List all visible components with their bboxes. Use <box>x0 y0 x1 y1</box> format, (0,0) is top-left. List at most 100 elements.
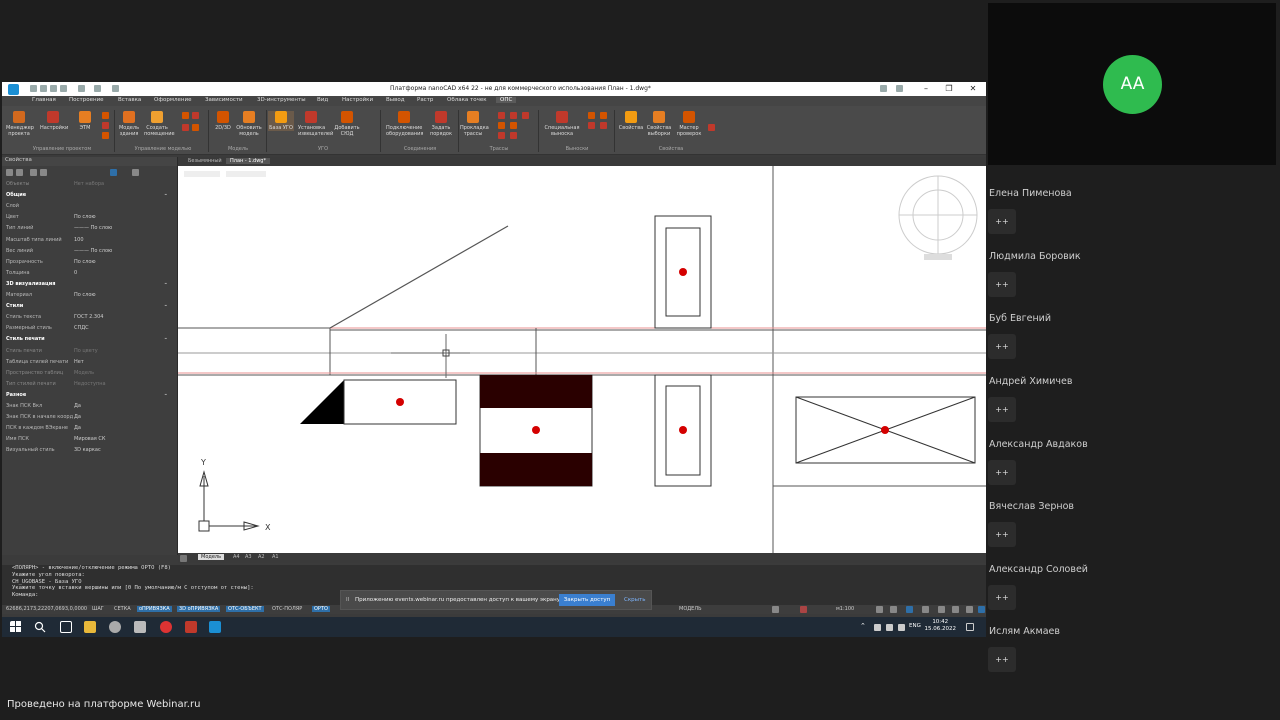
participant-action-button[interactable]: ++ <box>988 397 1016 422</box>
save-icon[interactable] <box>50 85 57 92</box>
connect-equipment-button[interactable]: Подключение оборудования <box>386 111 423 137</box>
layout-tab-a1[interactable]: A1 <box>272 554 279 560</box>
device-point[interactable] <box>881 426 889 434</box>
windows-start-icon[interactable] <box>10 621 22 633</box>
property-row[interactable]: Прозрачность По слою <box>6 259 171 265</box>
nanocad-taskbar-icon[interactable] <box>209 621 221 633</box>
property-row[interactable]: Цвет По слою <box>6 214 171 220</box>
close-button[interactable]: ✕ <box>963 83 983 94</box>
ribbon-tab-insert[interactable]: Вставка <box>118 97 141 103</box>
ribbon-tab-raster[interactable]: Растр <box>417 97 433 103</box>
property-value[interactable]: ——— По слою <box>74 225 112 231</box>
property-row[interactable]: Вес линий ——— По слою <box>6 248 171 254</box>
property-value[interactable]: Недоступна <box>74 381 106 387</box>
building-model-button[interactable]: Модель здания <box>116 111 142 137</box>
select-icon[interactable] <box>6 169 13 176</box>
toggle-icon[interactable] <box>110 169 117 176</box>
property-row[interactable]: Пространство таблиц Модель <box>6 370 171 376</box>
tool-icon[interactable] <box>510 132 517 139</box>
property-value[interactable]: Да <box>74 403 81 409</box>
tool-icon[interactable] <box>182 124 189 131</box>
device-point[interactable] <box>679 426 687 434</box>
hide-button[interactable]: Скрыть <box>624 597 645 603</box>
participant-action-button[interactable]: ++ <box>988 209 1016 234</box>
chrome-icon[interactable] <box>160 621 172 633</box>
add-syud-button[interactable]: Добавить СЮД <box>334 111 360 137</box>
property-row[interactable]: Объекты Нет набора <box>6 181 171 187</box>
update-model-button[interactable]: Обновить модель <box>236 111 262 137</box>
property-value[interactable]: 0 <box>74 270 77 276</box>
property-row[interactable]: Имя ПСК Мировая СК <box>6 436 171 442</box>
undo-icon[interactable] <box>78 85 85 92</box>
participant-action-button[interactable]: ++ <box>988 585 1016 610</box>
notifications-icon[interactable] <box>966 623 974 631</box>
property-row[interactable]: Стиль текста ГОСТ 2.304 <box>6 314 171 320</box>
property-value[interactable]: Модель <box>74 370 94 376</box>
participant-action-button[interactable]: ++ <box>988 647 1016 672</box>
stop-sharing-button[interactable]: Закрыть доступ <box>559 594 615 606</box>
layout-tab-model[interactable]: Модель <box>198 554 225 560</box>
pick-icon[interactable] <box>16 169 23 176</box>
ribbon-tab-constraints[interactable]: Зависимости <box>205 97 243 103</box>
gear-icon[interactable] <box>132 169 139 176</box>
tool-icon[interactable] <box>498 112 505 119</box>
model-mode[interactable]: МОДЕЛЬ <box>677 606 704 612</box>
property-row[interactable]: Тип стилей печати Недоступна <box>6 381 171 387</box>
network-icon[interactable] <box>886 624 893 631</box>
ribbon-tab-build[interactable]: Построение <box>69 97 104 103</box>
tool-icon[interactable] <box>182 112 189 119</box>
microphone-icon[interactable] <box>874 624 881 631</box>
tool-icon[interactable] <box>922 606 929 613</box>
snap-toggle[interactable]: ШАГ <box>90 606 106 612</box>
device-point[interactable] <box>679 268 687 276</box>
create-room-button[interactable]: Создать помещение <box>144 111 175 137</box>
tool-icon[interactable] <box>800 606 807 613</box>
property-row[interactable]: Слой <box>6 203 171 209</box>
property-row[interactable]: Масштаб типа линий 100 <box>6 237 171 243</box>
property-value[interactable]: ГОСТ 2.304 <box>74 314 103 320</box>
nanocad-app-icon[interactable] <box>8 84 19 95</box>
property-section[interactable]: Разное <box>6 392 171 398</box>
open-file-icon[interactable] <box>40 85 47 92</box>
property-row[interactable]: Визуальный стиль 3D каркас <box>6 447 171 453</box>
property-section[interactable]: Стили <box>6 303 171 309</box>
layout-tab-a2[interactable]: A2 <box>258 554 265 560</box>
participant-action-button[interactable]: ++ <box>988 460 1016 485</box>
tool-icon[interactable] <box>588 112 595 119</box>
property-value[interactable]: По слою <box>74 259 96 265</box>
property-value[interactable]: По слою <box>74 292 96 298</box>
ortho-toggle[interactable]: ОРТО <box>312 606 330 612</box>
property-row[interactable]: Толщина 0 <box>6 270 171 276</box>
layout-nav-icon[interactable] <box>180 555 187 562</box>
property-row[interactable]: Таблица стилей печати Нет <box>6 359 171 365</box>
route-laying-button[interactable]: Прокладка трассы <box>460 111 489 137</box>
gear-icon[interactable] <box>952 606 959 613</box>
help-icon[interactable] <box>896 85 903 92</box>
participant-action-button[interactable]: ++ <box>988 522 1016 547</box>
drawing-canvas[interactable]: Y X <box>178 166 986 553</box>
volume-icon[interactable] <box>898 624 905 631</box>
search-icon[interactable] <box>34 621 46 633</box>
ribbon-tab-home[interactable]: Главная <box>32 97 56 103</box>
ribbon-tab-point-clouds[interactable]: Облака точек <box>447 97 487 103</box>
property-value[interactable]: Мировая СК <box>74 436 105 442</box>
set-order-button[interactable]: Задать порядок <box>428 111 454 137</box>
save-as-icon[interactable] <box>60 85 67 92</box>
property-row[interactable]: Размерный стиль СПДС <box>6 325 171 331</box>
property-section[interactable]: Стиль печати <box>6 336 171 342</box>
tool-icon[interactable] <box>498 132 505 139</box>
minimize-button[interactable]: – <box>916 83 936 94</box>
tool-icon[interactable] <box>938 606 945 613</box>
property-value[interactable]: Нет <box>74 359 84 365</box>
tool-icon[interactable] <box>600 122 607 129</box>
property-section[interactable]: Общие <box>6 192 171 198</box>
property-value[interactable]: По слою <box>74 214 96 220</box>
osnap-toggle[interactable]: оПРИВЯЗКА <box>137 606 172 612</box>
calendar-icon[interactable] <box>60 621 72 633</box>
tool-icon[interactable] <box>522 112 529 119</box>
tool-icon[interactable] <box>588 122 595 129</box>
property-row[interactable]: Стиль печати По цвету <box>6 348 171 354</box>
view-control[interactable] <box>184 171 220 177</box>
property-row[interactable]: Знак ПСК Вкл Да <box>6 403 171 409</box>
zoom-icon[interactable] <box>890 606 897 613</box>
